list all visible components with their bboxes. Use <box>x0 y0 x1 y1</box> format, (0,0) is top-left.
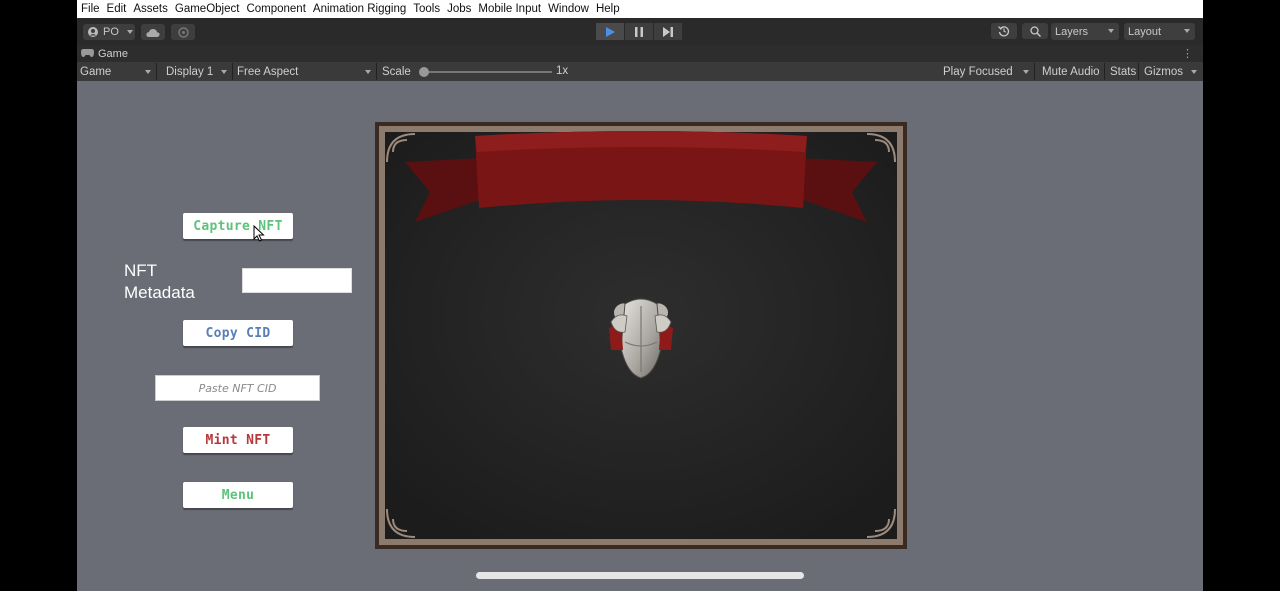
tab-game[interactable]: Game <box>81 46 128 61</box>
view-label: Game <box>80 65 112 78</box>
capture-nft-button[interactable]: Capture NFT <box>183 213 293 239</box>
gizmos-label: Gizmos <box>1144 65 1183 78</box>
cid-input-placeholder: Paste NFT CID <box>198 381 277 395</box>
scale-value: 1x <box>556 65 569 77</box>
display-label: Display 1 <box>166 65 214 78</box>
play-mode-label: Play Focused <box>943 65 1013 78</box>
nft-metadata-field[interactable] <box>242 268 352 293</box>
menu-help[interactable]: Help <box>596 3 620 15</box>
gizmos-dropdown[interactable]: Gizmos <box>1141 63 1202 80</box>
chevron-down-icon <box>221 70 227 74</box>
play-icon <box>605 26 615 37</box>
account-label: PO <box>103 26 119 38</box>
chevron-down-icon <box>1184 29 1190 33</box>
chevron-down-icon <box>1191 70 1197 74</box>
pause-button[interactable] <box>625 23 653 40</box>
undo-history-button[interactable] <box>991 23 1017 39</box>
menu-gameobject[interactable]: GameObject <box>175 3 240 15</box>
cloud-button[interactable] <box>141 24 165 40</box>
display-dropdown[interactable]: Display 1 <box>163 63 233 80</box>
cursor-icon <box>253 224 265 246</box>
layout-dropdown[interactable]: Layout <box>1124 23 1195 40</box>
gamepad-icon <box>81 48 94 60</box>
mute-audio-toggle[interactable]: Mute Audio <box>1039 63 1105 80</box>
layers-dropdown[interactable]: Layers <box>1051 23 1119 40</box>
menu-file[interactable]: File <box>81 3 100 15</box>
menu-component[interactable]: Component <box>246 3 305 15</box>
chevron-down-icon <box>145 70 151 74</box>
nft-metadata-label: NFT Metadata <box>124 261 195 302</box>
aspect-dropdown[interactable]: Free Aspect <box>234 63 377 80</box>
stats-toggle[interactable]: Stats <box>1107 63 1139 80</box>
kebab-icon[interactable]: ⋮ <box>1182 47 1193 60</box>
scale-control: Scale 1x <box>379 63 579 80</box>
scale-slider-handle[interactable] <box>419 67 429 77</box>
menu-window[interactable]: Window <box>548 3 589 15</box>
menu-jobs[interactable]: Jobs <box>447 3 471 15</box>
playback-controls <box>596 23 684 40</box>
layout-label: Layout <box>1128 25 1162 38</box>
game-view-controls: Game Display 1 Free Aspect Scale 1x Play… <box>77 62 1203 81</box>
account-icon <box>88 27 98 37</box>
layers-label: Layers <box>1055 25 1089 38</box>
history-icon <box>998 25 1010 37</box>
chevron-down-icon <box>365 70 371 74</box>
cloud-icon <box>146 28 160 37</box>
collab-button[interactable] <box>171 24 195 40</box>
menu-edit[interactable]: Edit <box>107 3 127 15</box>
chevron-down-icon <box>1108 29 1114 33</box>
chevron-down-icon <box>126 30 133 34</box>
pause-icon <box>635 26 643 37</box>
menu-button[interactable]: Menu <box>183 482 293 508</box>
view-dropdown[interactable]: Game <box>77 63 157 80</box>
search-icon <box>1029 25 1041 37</box>
collab-icon <box>177 26 189 38</box>
item-preview-panel <box>375 122 907 549</box>
play-mode-dropdown[interactable]: Play Focused <box>940 63 1035 80</box>
menu-bar: File Edit Assets GameObject Component An… <box>77 0 1203 18</box>
aspect-label: Free Aspect <box>237 65 299 78</box>
copy-cid-button[interactable]: Copy CID <box>183 320 293 346</box>
step-button[interactable] <box>654 23 682 40</box>
menu-mobile-input[interactable]: Mobile Input <box>478 3 541 15</box>
scale-slider-track[interactable] <box>424 71 552 73</box>
game-viewport: Capture NFT NFT Metadata Copy CID Paste … <box>77 81 1203 591</box>
unity-editor-window: File Edit Assets GameObject Component An… <box>77 0 1203 591</box>
step-icon <box>663 26 673 37</box>
account-dropdown[interactable]: PO <box>83 24 135 40</box>
menu-assets[interactable]: Assets <box>133 3 168 15</box>
play-button[interactable] <box>596 23 624 40</box>
mute-audio-label: Mute Audio <box>1042 65 1100 78</box>
main-toolbar: PO Layers Layout <box>77 18 1203 45</box>
search-button[interactable] <box>1022 23 1048 39</box>
stats-label: Stats <box>1110 65 1137 78</box>
scale-label: Scale <box>382 65 411 78</box>
mint-nft-button[interactable]: Mint NFT <box>183 427 293 453</box>
horizontal-scrollbar[interactable] <box>476 572 804 579</box>
tab-bar: Game ⋮ <box>77 45 1203 62</box>
cid-input[interactable]: Paste NFT CID <box>155 375 320 401</box>
menu-animation-rigging[interactable]: Animation Rigging <box>313 3 406 15</box>
menu-tools[interactable]: Tools <box>413 3 440 15</box>
chevron-down-icon <box>1023 70 1029 74</box>
tab-game-label: Game <box>98 47 128 60</box>
